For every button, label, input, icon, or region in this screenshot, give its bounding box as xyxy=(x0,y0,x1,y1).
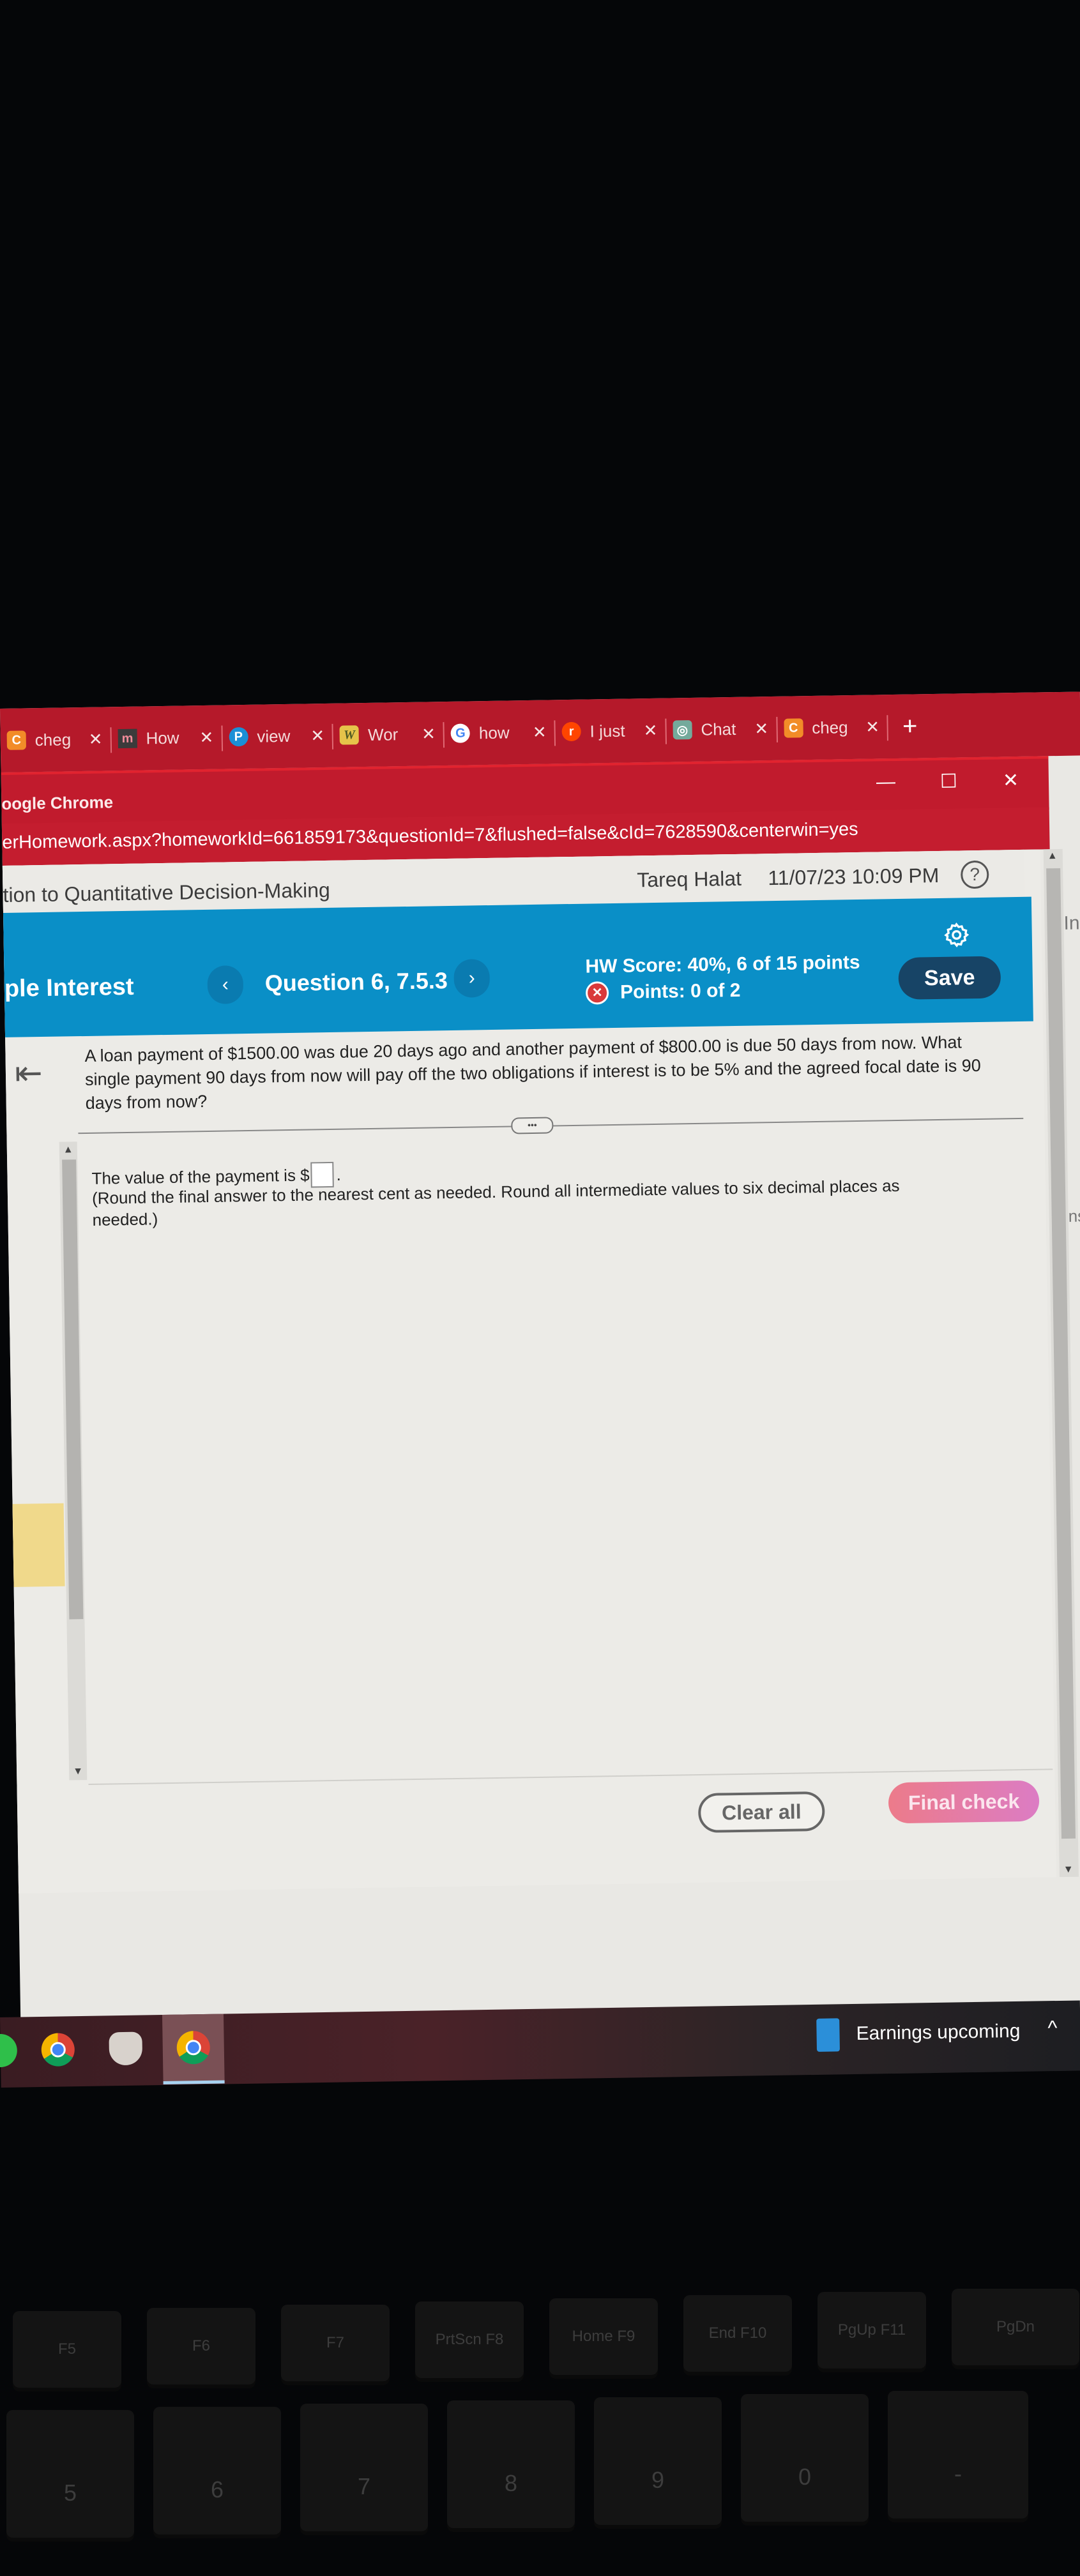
user-name: Tareq Halat xyxy=(637,866,742,892)
browser-tab[interactable]: P view ✕ xyxy=(222,716,334,757)
hw-score: HW Score: 40%, 6 of 15 points xyxy=(585,951,860,977)
close-icon[interactable]: ✕ xyxy=(643,720,657,740)
close-icon[interactable]: ✕ xyxy=(89,729,103,749)
side-panel-text: ns, xyxy=(1068,1206,1080,1226)
new-tab-button[interactable]: + xyxy=(902,712,918,741)
scroll-up-icon[interactable]: ▲ xyxy=(1047,850,1058,862)
left-scrollbar[interactable]: ▲ ▼ xyxy=(59,1141,87,1781)
question-label: Question 6, 7.5.3 xyxy=(264,967,448,997)
scroll-down-icon[interactable]: ▼ xyxy=(1063,1864,1074,1876)
chegg-icon: C xyxy=(783,718,803,738)
browser-tab[interactable]: W Wor ✕ xyxy=(333,714,445,755)
keyboard-key: F7 xyxy=(281,2305,390,2381)
chevron-up-icon[interactable]: ^ xyxy=(1047,2016,1058,2040)
tab-title: cheg xyxy=(811,717,848,737)
section-title: ple Interest xyxy=(4,973,134,1002)
keyboard-key: PgUp F11 xyxy=(818,2292,926,2369)
keyboard-key: 0 xyxy=(741,2394,869,2522)
datetime: 11/07/23 10:09 PM xyxy=(768,863,939,890)
help-icon[interactable]: ? xyxy=(960,860,989,889)
homework-page: tion to Quantitative Decision-Making Tar… xyxy=(2,848,1080,1894)
stock-widget-icon xyxy=(816,2018,840,2052)
keyboard-key: F5 xyxy=(13,2311,121,2388)
tab-title: cheg xyxy=(34,729,72,749)
maximize-button[interactable]: ☐ xyxy=(940,770,957,792)
keyboard-key: End F10 xyxy=(683,2295,792,2372)
points-text: Points: 0 of 2 xyxy=(620,979,741,1003)
tab-title: Chat xyxy=(701,719,736,739)
keyboard-key: 5 xyxy=(6,2410,134,2538)
close-window-button[interactable]: ✕ xyxy=(1003,769,1019,792)
w-icon: W xyxy=(339,725,360,745)
keyboard-key: 7 xyxy=(300,2404,428,2531)
m-icon: m xyxy=(118,728,137,749)
keyboard-key: - xyxy=(888,2391,1028,2519)
tab-title: Wor xyxy=(367,724,399,744)
points-status: ✕ Points: 0 of 2 xyxy=(585,979,741,1005)
snipping-tool-icon[interactable] xyxy=(109,2031,143,2066)
answer-suffix: . xyxy=(336,1164,342,1184)
google-icon: G xyxy=(450,723,471,743)
scroll-up-icon[interactable]: ▲ xyxy=(63,1144,73,1156)
keyboard-key: Home F9 xyxy=(549,2298,658,2375)
chrome-icon[interactable] xyxy=(41,2033,75,2067)
course-title: tion to Quantitative Decision-Making xyxy=(3,878,331,907)
reddit-icon: r xyxy=(561,721,581,742)
close-icon[interactable]: ✕ xyxy=(865,717,879,737)
keyboard-key: 6 xyxy=(153,2407,281,2535)
tab-title: How xyxy=(146,728,179,748)
close-icon[interactable]: ✕ xyxy=(422,724,436,744)
side-panel-tab[interactable] xyxy=(12,1503,65,1587)
scroll-thumb[interactable] xyxy=(1046,868,1076,1839)
gear-icon[interactable] xyxy=(943,922,970,948)
tab-title: view xyxy=(257,726,291,746)
incorrect-icon: ✕ xyxy=(585,981,609,1005)
browser-tab[interactable]: ◎ Chat ✕ xyxy=(666,709,778,749)
page-scrollbar[interactable]: ▲ ▼ xyxy=(1043,848,1079,1878)
window-title: oogle Chrome xyxy=(1,792,114,813)
pane-resize-handle[interactable]: ••• xyxy=(511,1117,554,1134)
browser-tab[interactable]: C cheg ✕ xyxy=(777,707,889,748)
pearson-icon: P xyxy=(229,727,248,747)
keyboard-key: F6 xyxy=(147,2308,255,2384)
close-icon[interactable]: ✕ xyxy=(310,726,324,746)
chegg-icon: C xyxy=(6,730,27,750)
close-icon[interactable]: ✕ xyxy=(754,719,768,739)
scroll-down-icon[interactable]: ▼ xyxy=(73,1766,83,1777)
browser-tab[interactable]: G how ✕ xyxy=(444,712,556,753)
keyboard-key: PrtScn F8 xyxy=(415,2301,524,2378)
keyboard-key: 9 xyxy=(594,2397,722,2525)
prev-question-button[interactable]: ‹ xyxy=(207,965,244,1004)
scroll-thumb[interactable] xyxy=(62,1159,84,1620)
side-panel-text: Inc xyxy=(1063,912,1080,934)
close-icon[interactable]: ✕ xyxy=(199,727,213,747)
minimize-button[interactable]: — xyxy=(876,771,896,793)
browser-tab[interactable]: C cheg ✕ xyxy=(0,719,112,760)
tab-title: how xyxy=(478,722,510,742)
question-bar: ple Interest ‹ Question 6, 7.5.3 › HW Sc… xyxy=(3,896,1033,1037)
close-icon[interactable]: ✕ xyxy=(533,722,547,742)
next-question-button[interactable]: › xyxy=(453,959,491,998)
tab-title: I just xyxy=(589,721,625,741)
save-button[interactable]: Save xyxy=(898,956,1001,1000)
question-text: A loan payment of $1500.00 was due 20 da… xyxy=(84,1032,982,1113)
browser-tab[interactable]: m How ✕ xyxy=(111,718,223,758)
final-check-button[interactable]: Final check xyxy=(888,1780,1040,1824)
monitor-screen: C cheg ✕ m How ✕ P view ✕ W Wor ✕ G how … xyxy=(0,691,1080,2075)
collapse-left-icon[interactable]: ⇤ xyxy=(15,1054,43,1093)
browser-tab[interactable]: r I just ✕ xyxy=(555,711,667,751)
keyboard: F5 F6 F7 PrtScn F8 Home F9 End F10 PgUp … xyxy=(0,2273,1080,2574)
keyboard-key: PgDn xyxy=(952,2289,1079,2365)
clear-all-button[interactable]: Clear all xyxy=(697,1791,825,1834)
earnings-widget[interactable]: Earnings upcoming xyxy=(856,2021,1020,2045)
keyboard-key: 8 xyxy=(447,2400,575,2528)
app-icon[interactable] xyxy=(0,2033,18,2068)
url-text[interactable]: erHomework.aspx?homeworkId=661859173&que… xyxy=(2,819,858,854)
chatgpt-icon: ◎ xyxy=(673,719,692,740)
